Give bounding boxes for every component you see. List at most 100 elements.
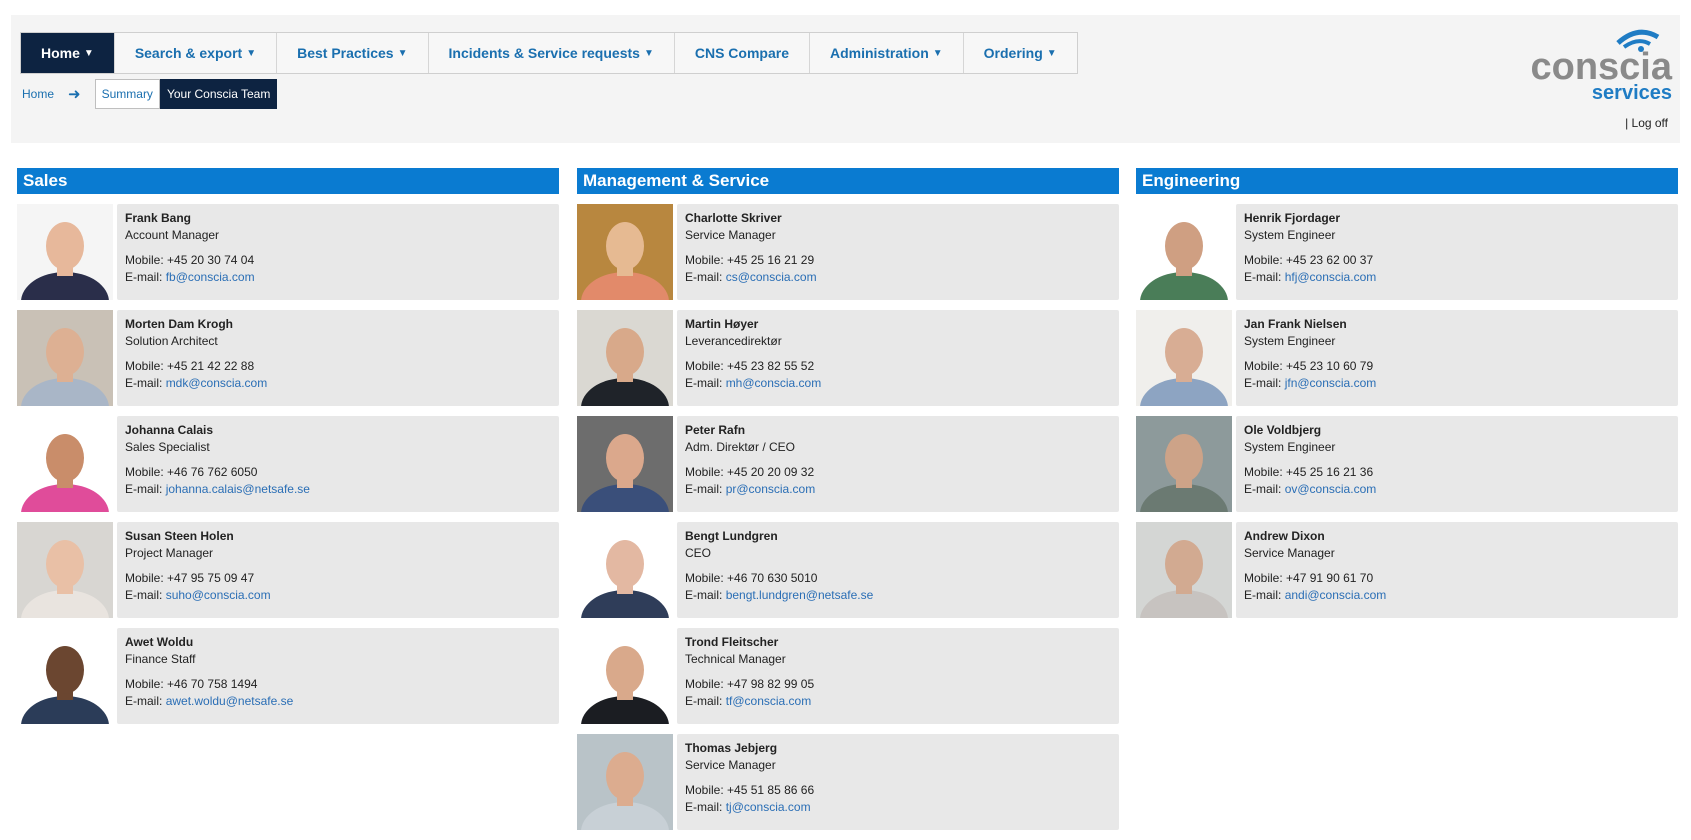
person-photo <box>577 310 673 406</box>
person-card: Jan Frank Nielsen System Engineer Mobile: … <box>1136 310 1678 406</box>
person-email: E-mail: cs@conscia.com <box>685 269 1111 286</box>
person-card: Charlotte Skriver Service Manager Mobile: … <box>577 204 1119 300</box>
main-nav: Home ▼ Search & export ▼ Best Practices ▼ I… <box>20 32 1078 74</box>
person-email: E-mail: pr@conscia.com <box>685 481 1111 498</box>
nav-label: Ordering <box>983 45 1043 61</box>
email-label: E-mail: <box>685 694 723 708</box>
email-label: E-mail: <box>685 800 723 814</box>
person-photo <box>17 310 113 406</box>
email-link[interactable]: hfj@conscia.com <box>1285 270 1377 284</box>
person-name: Susan Steen Holen <box>125 529 234 543</box>
person-photo <box>577 416 673 512</box>
person-info: Thomas Jebjerg Service Manager Mobile: +45… <box>677 734 1119 830</box>
email-link[interactable]: johanna.calais@netsafe.se <box>166 482 310 496</box>
section-management-service: Management & Service Charlotte Skriver Ser… <box>577 168 1119 840</box>
mobile-label: Mobile: <box>685 783 724 797</box>
mobile-label: Mobile: <box>125 677 164 691</box>
person-email: E-mail: mh@conscia.com <box>685 375 1111 392</box>
email-label: E-mail: <box>125 482 163 496</box>
person-name: Morten Dam Krogh <box>125 317 233 331</box>
person-card: Morten Dam Krogh Solution Architect Mobile… <box>17 310 559 406</box>
nav-home[interactable]: Home ▼ <box>21 33 115 73</box>
page-header: Home ▼ Search & export ▼ Best Practices ▼ I… <box>11 15 1680 143</box>
email-link[interactable]: tj@conscia.com <box>726 800 811 814</box>
email-link[interactable]: andi@conscia.com <box>1285 588 1387 602</box>
person-role: Service Manager <box>1244 546 1335 560</box>
email-link[interactable]: mh@conscia.com <box>726 376 822 390</box>
email-label: E-mail: <box>125 588 163 602</box>
email-link[interactable]: suho@conscia.com <box>166 588 271 602</box>
email-link[interactable]: awet.woldu@netsafe.se <box>166 694 294 708</box>
nav-label: Best Practices <box>297 45 394 61</box>
email-link[interactable]: bengt.lundgren@netsafe.se <box>726 588 874 602</box>
email-label: E-mail: <box>125 376 163 390</box>
portrait-image <box>21 328 109 406</box>
person-photo <box>17 522 113 618</box>
section-title: Engineering <box>1136 168 1678 194</box>
person-photo <box>17 416 113 512</box>
mobile-value: +45 20 20 09 32 <box>727 465 815 479</box>
nav-incidents[interactable]: Incidents & Service requests ▼ <box>428 33 675 73</box>
person-photo <box>577 522 673 618</box>
person-name: Thomas Jebjerg <box>685 741 778 755</box>
email-link[interactable]: ov@conscia.com <box>1285 482 1377 496</box>
person-card: Peter Rafn Adm. Direktør / CEO Mobile: +45… <box>577 416 1119 512</box>
tab-your-conscia-team[interactable]: Your Conscia Team <box>159 79 278 109</box>
caret-down-icon: ▼ <box>932 47 943 59</box>
person-info: Andrew Dixon Service Manager Mobile: +47 9… <box>1236 522 1678 618</box>
person-email: E-mail: fb@conscia.com <box>125 269 551 286</box>
portrait-image <box>581 222 669 300</box>
person-card: Awet Woldu Finance Staff Mobile: +46 70 75… <box>17 628 559 724</box>
person-mobile: Mobile: +46 70 758 1494 <box>125 676 551 693</box>
person-name: Frank Bang <box>125 211 192 225</box>
person-name: Trond Fleitscher <box>685 635 779 649</box>
email-link[interactable]: tf@conscia.com <box>726 694 812 708</box>
email-link[interactable]: fb@conscia.com <box>166 270 255 284</box>
email-link[interactable]: pr@conscia.com <box>726 482 816 496</box>
person-role: Project Manager <box>125 546 214 560</box>
nav-administration[interactable]: Administration ▼ <box>809 33 964 73</box>
breadcrumb-home-link[interactable]: Home <box>22 87 54 101</box>
nav-best-practices[interactable]: Best Practices ▼ <box>277 33 429 73</box>
person-card: Thomas Jebjerg Service Manager Mobile: +45… <box>577 734 1119 830</box>
person-card: Trond Fleitscher Technical Manager Mobile:… <box>577 628 1119 724</box>
mobile-label: Mobile: <box>1244 253 1283 267</box>
person-photo <box>1136 416 1232 512</box>
nav-ordering[interactable]: Ordering ▼ <box>963 33 1077 73</box>
mobile-label: Mobile: <box>125 359 164 373</box>
email-link[interactable]: cs@conscia.com <box>726 270 817 284</box>
person-email: E-mail: andi@conscia.com <box>1244 587 1670 604</box>
logoff-link[interactable]: | Log off <box>1625 116 1668 130</box>
email-label: E-mail: <box>1244 376 1282 390</box>
nav-search-export[interactable]: Search & export ▼ <box>114 33 278 73</box>
mobile-label: Mobile: <box>125 571 164 585</box>
person-name: Martin Høyer <box>685 317 759 331</box>
tab-summary[interactable]: Summary <box>94 79 160 109</box>
email-link[interactable]: mdk@conscia.com <box>166 376 268 390</box>
mobile-label: Mobile: <box>685 571 724 585</box>
person-name: Johanna Calais <box>125 423 214 437</box>
person-mobile: Mobile: +45 20 30 74 04 <box>125 252 551 269</box>
person-name: Jan Frank Nielsen <box>1244 317 1347 331</box>
nav-cns-compare[interactable]: CNS Compare <box>674 33 810 73</box>
person-mobile: Mobile: +45 23 10 60 79 <box>1244 358 1670 375</box>
person-photo <box>17 628 113 724</box>
nav-label: Incidents & Service requests <box>448 45 640 61</box>
email-label: E-mail: <box>685 270 723 284</box>
mobile-label: Mobile: <box>685 465 724 479</box>
email-link[interactable]: jfn@conscia.com <box>1285 376 1377 390</box>
person-role: CEO <box>685 546 712 560</box>
breadcrumb: Home ➜ Summary Your Conscia Team <box>22 79 278 109</box>
portrait-image <box>581 328 669 406</box>
person-info: Frank Bang Account Manager Mobile: +45 20 … <box>117 204 559 300</box>
portrait-image <box>581 646 669 724</box>
mobile-value: +47 98 82 99 05 <box>727 677 815 691</box>
mobile-value: +45 23 10 60 79 <box>1286 359 1374 373</box>
person-email: E-mail: suho@conscia.com <box>125 587 551 604</box>
